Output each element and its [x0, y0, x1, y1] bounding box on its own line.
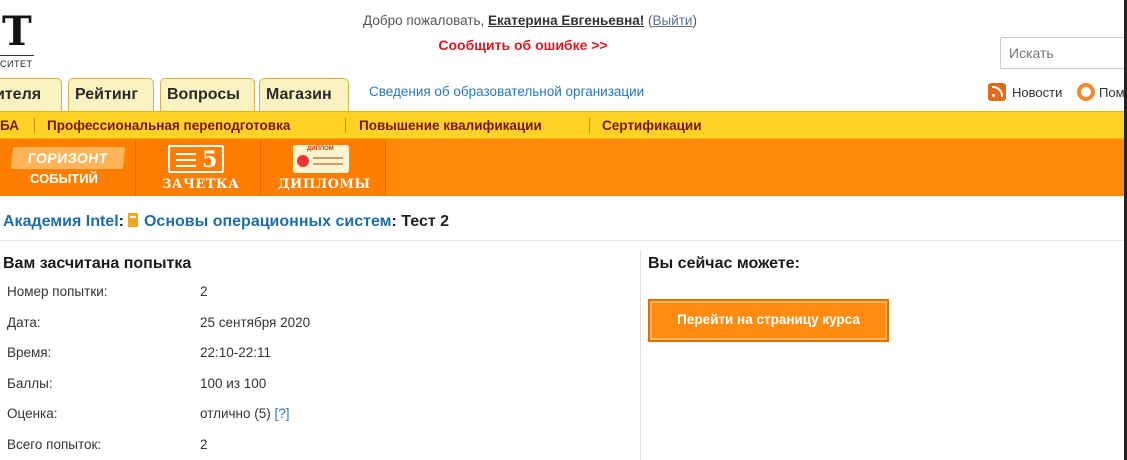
user-name-link[interactable]: Екатерина Евгеньевна!	[488, 13, 644, 28]
horizon-label-bottom: СОБЫТИЙ	[30, 171, 98, 186]
welcome-line: Добро пожаловать, Екатерина Евгеньевна! …	[0, 13, 1060, 28]
diploma-line	[313, 163, 343, 165]
actions-title: Вы сейчас можете:	[648, 255, 800, 272]
logo-divider	[0, 55, 34, 56]
help-link-label: Пом	[1099, 85, 1125, 100]
breadcrumb-academy[interactable]: Академия Intel	[3, 213, 119, 230]
horizon-label-top: ГОРИЗОНТ	[10, 147, 126, 169]
tab-shop[interactable]: Магазин	[259, 78, 349, 111]
lifebuoy-icon	[1077, 83, 1095, 101]
breadcrumb-test: Тест 2	[396, 213, 450, 230]
logout-paren-close: )	[692, 13, 697, 28]
time-label: Время:	[7, 345, 52, 360]
breadcrumb: Академия Intel: Основы операционных систе…	[3, 213, 449, 231]
nav-item-certification[interactable]: Сертификации	[602, 118, 702, 133]
help-link[interactable]: Пом	[1077, 83, 1125, 101]
feature-banner: ГОРИЗОНТ СОБЫТИЙ 5 ЗАЧЕТКА ДИПЛОМ ДИПЛОМ…	[0, 139, 1127, 196]
go-to-course-button[interactable]: Перейти на страницу курса	[648, 299, 889, 342]
breadcrumb-separator: :	[118, 213, 124, 230]
nav-item-mba[interactable]: БА	[0, 118, 19, 133]
grade-help-link[interactable]: [?]	[275, 406, 290, 421]
tab-teachers[interactable]: ителя	[0, 78, 62, 111]
diploma-seal	[297, 155, 309, 167]
date-value: 25 сентября 2020	[200, 315, 311, 330]
logo-subtitle: СИТЕТ	[0, 59, 33, 69]
diploma-icon: ДИПЛОМ	[293, 145, 349, 173]
nav-item-qualification[interactable]: Повышение квалификации	[359, 118, 542, 133]
gradebook-grade: 5	[202, 147, 218, 173]
time-value: 22:10-22:11	[200, 345, 272, 360]
score-value: 100 из 100	[200, 376, 267, 391]
zachetka-link[interactable]: 5 ЗАЧЕТКА	[136, 139, 260, 196]
grade-text: отлично (5)	[200, 406, 275, 421]
news-link[interactable]: Новости	[988, 83, 1062, 101]
total-attempts-value: 2	[200, 437, 208, 452]
org-info-link[interactable]: Сведения об образовательной организации	[369, 84, 644, 99]
grade-value: отлично (5) [?]	[200, 406, 290, 421]
result-title: Вам засчитана попытка	[3, 255, 192, 272]
logout-link[interactable]: Выйти	[652, 13, 692, 28]
diploma-line	[313, 157, 343, 159]
search-input[interactable]	[1000, 37, 1127, 69]
diplomas-link[interactable]: ДИПЛОМ ДИПЛОМЫ	[261, 139, 385, 196]
date-label: Дата:	[7, 315, 41, 330]
attempt-number-value: 2	[200, 284, 208, 299]
gradebook-lines	[176, 153, 196, 167]
banner-divider	[385, 139, 386, 196]
tab-rating[interactable]: Рейтинг	[68, 78, 154, 111]
score-label: Баллы:	[7, 376, 53, 391]
panel-divider	[640, 250, 641, 460]
news-link-label: Новости	[1012, 85, 1063, 100]
diplomas-label: ДИПЛОМЫ	[278, 177, 371, 192]
welcome-text: Добро пожаловать,	[363, 13, 489, 28]
tab-questions[interactable]: Вопросы	[160, 78, 255, 111]
nav-divider	[345, 118, 346, 133]
program-nav: БА Профессиональная переподготовка Повыш…	[0, 111, 1127, 139]
content-divider	[0, 240, 1127, 241]
book-icon	[127, 213, 138, 227]
gradebook-icon: 5	[168, 145, 224, 173]
attempt-number-label: Номер попытки:	[7, 284, 108, 299]
zachetka-label: ЗАЧЕТКА	[162, 177, 240, 192]
report-error-link[interactable]: Сообщить об ошибке >>	[0, 37, 1046, 53]
grade-label: Оценка:	[7, 406, 58, 421]
rss-icon	[988, 83, 1006, 101]
diploma-icon-text: ДИПЛОМ	[307, 146, 334, 152]
total-attempts-label: Всего попыток:	[7, 437, 102, 452]
nav-item-retraining[interactable]: Профессиональная переподготовка	[47, 118, 290, 133]
breadcrumb-course[interactable]: Основы операционных систем	[144, 213, 392, 230]
nav-divider	[34, 118, 35, 133]
nav-divider	[589, 118, 590, 133]
horizon-events-link[interactable]: ГОРИЗОНТ СОБЫТИЙ	[0, 139, 135, 196]
